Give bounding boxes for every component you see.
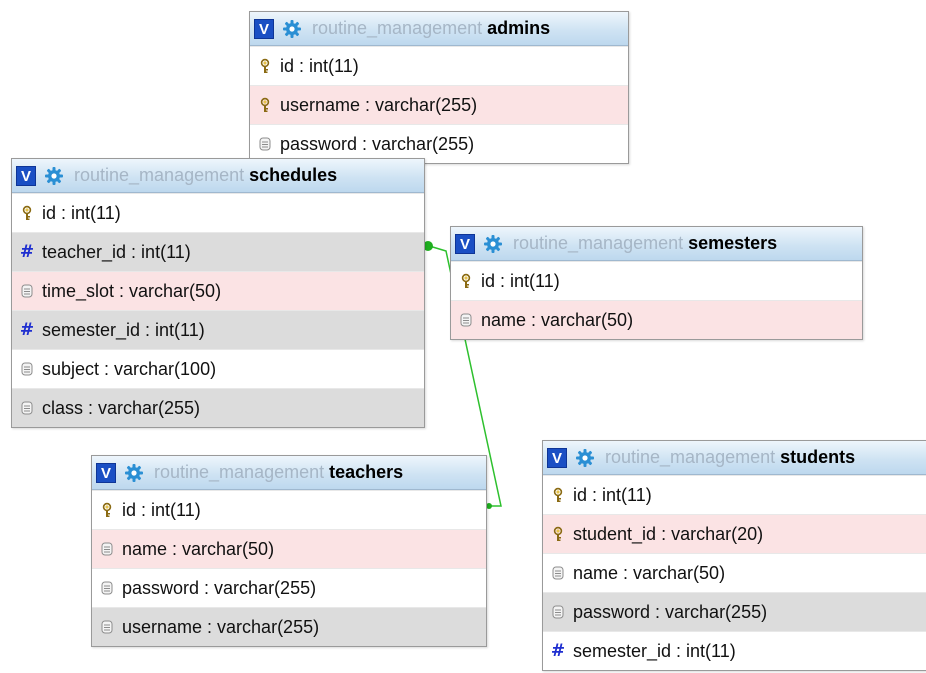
column-label: semester_id : int(11): [42, 319, 205, 340]
table-header[interactable]: Vroutine_management admins: [250, 12, 628, 46]
column-label: time_slot : varchar(50): [42, 280, 222, 301]
table-column-row[interactable]: class : varchar(255): [12, 388, 424, 427]
table-options-icon[interactable]: [44, 166, 64, 186]
table-header[interactable]: Vroutine_management students: [543, 441, 926, 475]
table-name: admins: [487, 18, 551, 38]
table-options-icon[interactable]: [483, 234, 503, 254]
column-label: id : int(11): [122, 499, 201, 520]
table-column-row[interactable]: id : int(11): [250, 46, 628, 85]
designer-canvas[interactable]: Vroutine_management admins id : int(11) use…: [0, 0, 926, 673]
column-icon: [100, 540, 114, 558]
column-label: password : varchar(255): [122, 577, 317, 598]
table-name: teachers: [329, 462, 404, 482]
hash-icon: #: [19, 242, 35, 262]
database-name: routine_management: [74, 165, 245, 185]
table-options-icon[interactable]: [124, 463, 144, 483]
toggle-columns-button[interactable]: V: [254, 18, 274, 39]
toggle-columns-button[interactable]: V: [16, 165, 36, 186]
column-label: subject : varchar(100): [42, 358, 217, 379]
table-column-row[interactable]: id : int(11): [12, 193, 424, 232]
table-column-row[interactable]: id : int(11): [543, 475, 926, 514]
table-name: schedules: [249, 165, 338, 185]
table-column-row[interactable]: id : int(11): [451, 261, 862, 300]
column-label: name : varchar(50): [122, 538, 275, 559]
column-label: id : int(11): [42, 202, 121, 223]
table-column-row[interactable]: password : varchar(255): [543, 592, 926, 631]
column-icon: [551, 603, 565, 621]
key-icon: [20, 204, 34, 222]
column-icon: [258, 135, 272, 153]
column-label: id : int(11): [280, 55, 359, 76]
hash-icon: #: [19, 320, 35, 340]
column-icon: [100, 618, 114, 636]
key-icon: [100, 501, 114, 519]
table-students[interactable]: Vroutine_management students id : int(11) s…: [542, 440, 926, 671]
column-icon: [100, 579, 114, 597]
column-label: teacher_id : int(11): [42, 241, 191, 262]
column-label: password : varchar(255): [280, 133, 475, 154]
column-label: id : int(11): [481, 270, 560, 291]
toggle-columns-button[interactable]: V: [455, 233, 475, 254]
key-icon: [459, 272, 473, 290]
table-header[interactable]: Vroutine_management semesters: [451, 227, 862, 261]
table-name: students: [780, 447, 856, 467]
table-column-row[interactable]: password : varchar(255): [92, 568, 486, 607]
table-column-row[interactable]: name : varchar(50): [451, 300, 862, 339]
column-icon: [20, 282, 34, 300]
key-icon: [258, 96, 272, 114]
toggle-columns-button[interactable]: V: [96, 462, 116, 483]
table-column-row[interactable]: username : varchar(255): [250, 85, 628, 124]
column-label: username : varchar(255): [280, 94, 478, 115]
key-icon: [551, 486, 565, 504]
table-header[interactable]: Vroutine_management teachers: [92, 456, 486, 490]
database-name: routine_management: [605, 447, 776, 467]
database-name: routine_management: [513, 233, 684, 253]
database-name: routine_management: [312, 18, 483, 38]
column-label: username : varchar(255): [122, 616, 320, 637]
table-name: semesters: [688, 233, 778, 253]
table-column-row[interactable]: time_slot : varchar(50): [12, 271, 424, 310]
toggle-columns-button[interactable]: V: [547, 447, 567, 468]
column-icon: [551, 564, 565, 582]
column-label: name : varchar(50): [573, 562, 726, 583]
column-icon: [459, 311, 473, 329]
key-icon: [258, 57, 272, 75]
database-name: routine_management: [154, 462, 325, 482]
table-column-row[interactable]: subject : varchar(100): [12, 349, 424, 388]
table-admins[interactable]: Vroutine_management admins id : int(11) use…: [249, 11, 629, 164]
column-icon: [20, 360, 34, 378]
column-label: password : varchar(255): [573, 601, 768, 622]
table-schedules[interactable]: Vroutine_management schedules id : int(11)…: [11, 158, 425, 428]
table-column-row[interactable]: # teacher_id : int(11): [12, 232, 424, 271]
table-column-row[interactable]: name : varchar(50): [92, 529, 486, 568]
column-label: class : varchar(255): [42, 397, 201, 418]
column-label: id : int(11): [573, 484, 652, 505]
key-icon: [551, 525, 565, 543]
table-column-row[interactable]: name : varchar(50): [543, 553, 926, 592]
table-semesters[interactable]: Vroutine_management semesters id : int(11)…: [450, 226, 863, 340]
column-label: name : varchar(50): [481, 309, 634, 330]
column-label: student_id : varchar(20): [573, 523, 764, 544]
table-column-row[interactable]: # semester_id : int(11): [543, 631, 926, 670]
table-header[interactable]: Vroutine_management schedules: [12, 159, 424, 193]
table-options-icon[interactable]: [575, 448, 595, 468]
table-column-row[interactable]: # semester_id : int(11): [12, 310, 424, 349]
table-teachers[interactable]: Vroutine_management teachers id : int(11) n…: [91, 455, 487, 647]
hash-icon: #: [550, 641, 566, 661]
table-column-row[interactable]: username : varchar(255): [92, 607, 486, 646]
table-column-row[interactable]: id : int(11): [92, 490, 486, 529]
table-column-row[interactable]: student_id : varchar(20): [543, 514, 926, 553]
table-options-icon[interactable]: [282, 19, 302, 39]
column-label: semester_id : int(11): [573, 640, 736, 661]
column-icon: [20, 399, 34, 417]
